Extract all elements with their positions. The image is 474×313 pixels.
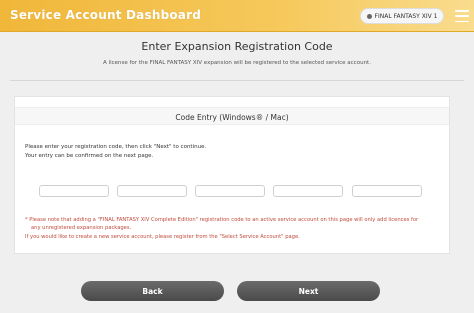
note-new-account: If you would like to create a new servic… (25, 234, 300, 240)
panel-title: Code Entry (Windows® / Mac) (175, 113, 289, 122)
code-field-2[interactable] (117, 185, 187, 197)
code-field-5[interactable] (352, 185, 422, 197)
account-selector[interactable]: FINAL FANTASY XIV 1 (360, 8, 444, 24)
page-subtitle: A license for the FINAL FANTASY XIV expa… (103, 60, 371, 66)
code-field-3[interactable] (195, 185, 265, 197)
status-dot-icon (366, 13, 372, 19)
instruction-text: Please enter your registration code, the… (25, 144, 207, 150)
divider (10, 80, 464, 81)
code-field-1[interactable] (39, 185, 109, 197)
hamburger-menu-icon[interactable] (455, 10, 469, 22)
next-button[interactable]: Next (237, 281, 380, 301)
code-field-4[interactable] (273, 185, 343, 197)
header-bar: Service Account Dashboard FINAL FANTASY … (0, 0, 474, 32)
back-button[interactable]: Back (81, 281, 224, 301)
account-label: FINAL FANTASY XIV 1 (374, 12, 438, 20)
note-unregistered: any unregistered expansion packages. (31, 225, 132, 231)
code-entry-panel: Code Entry (Windows® / Mac) Please enter… (14, 96, 450, 254)
instruction-text-confirm: Your entry can be confirmed on the next … (25, 153, 154, 159)
note-complete-edition: * Please note that adding a "FINAL FANTA… (25, 217, 419, 223)
page-title: Enter Expansion Registration Code (141, 40, 333, 53)
app-title: Service Account Dashboard (10, 8, 202, 22)
